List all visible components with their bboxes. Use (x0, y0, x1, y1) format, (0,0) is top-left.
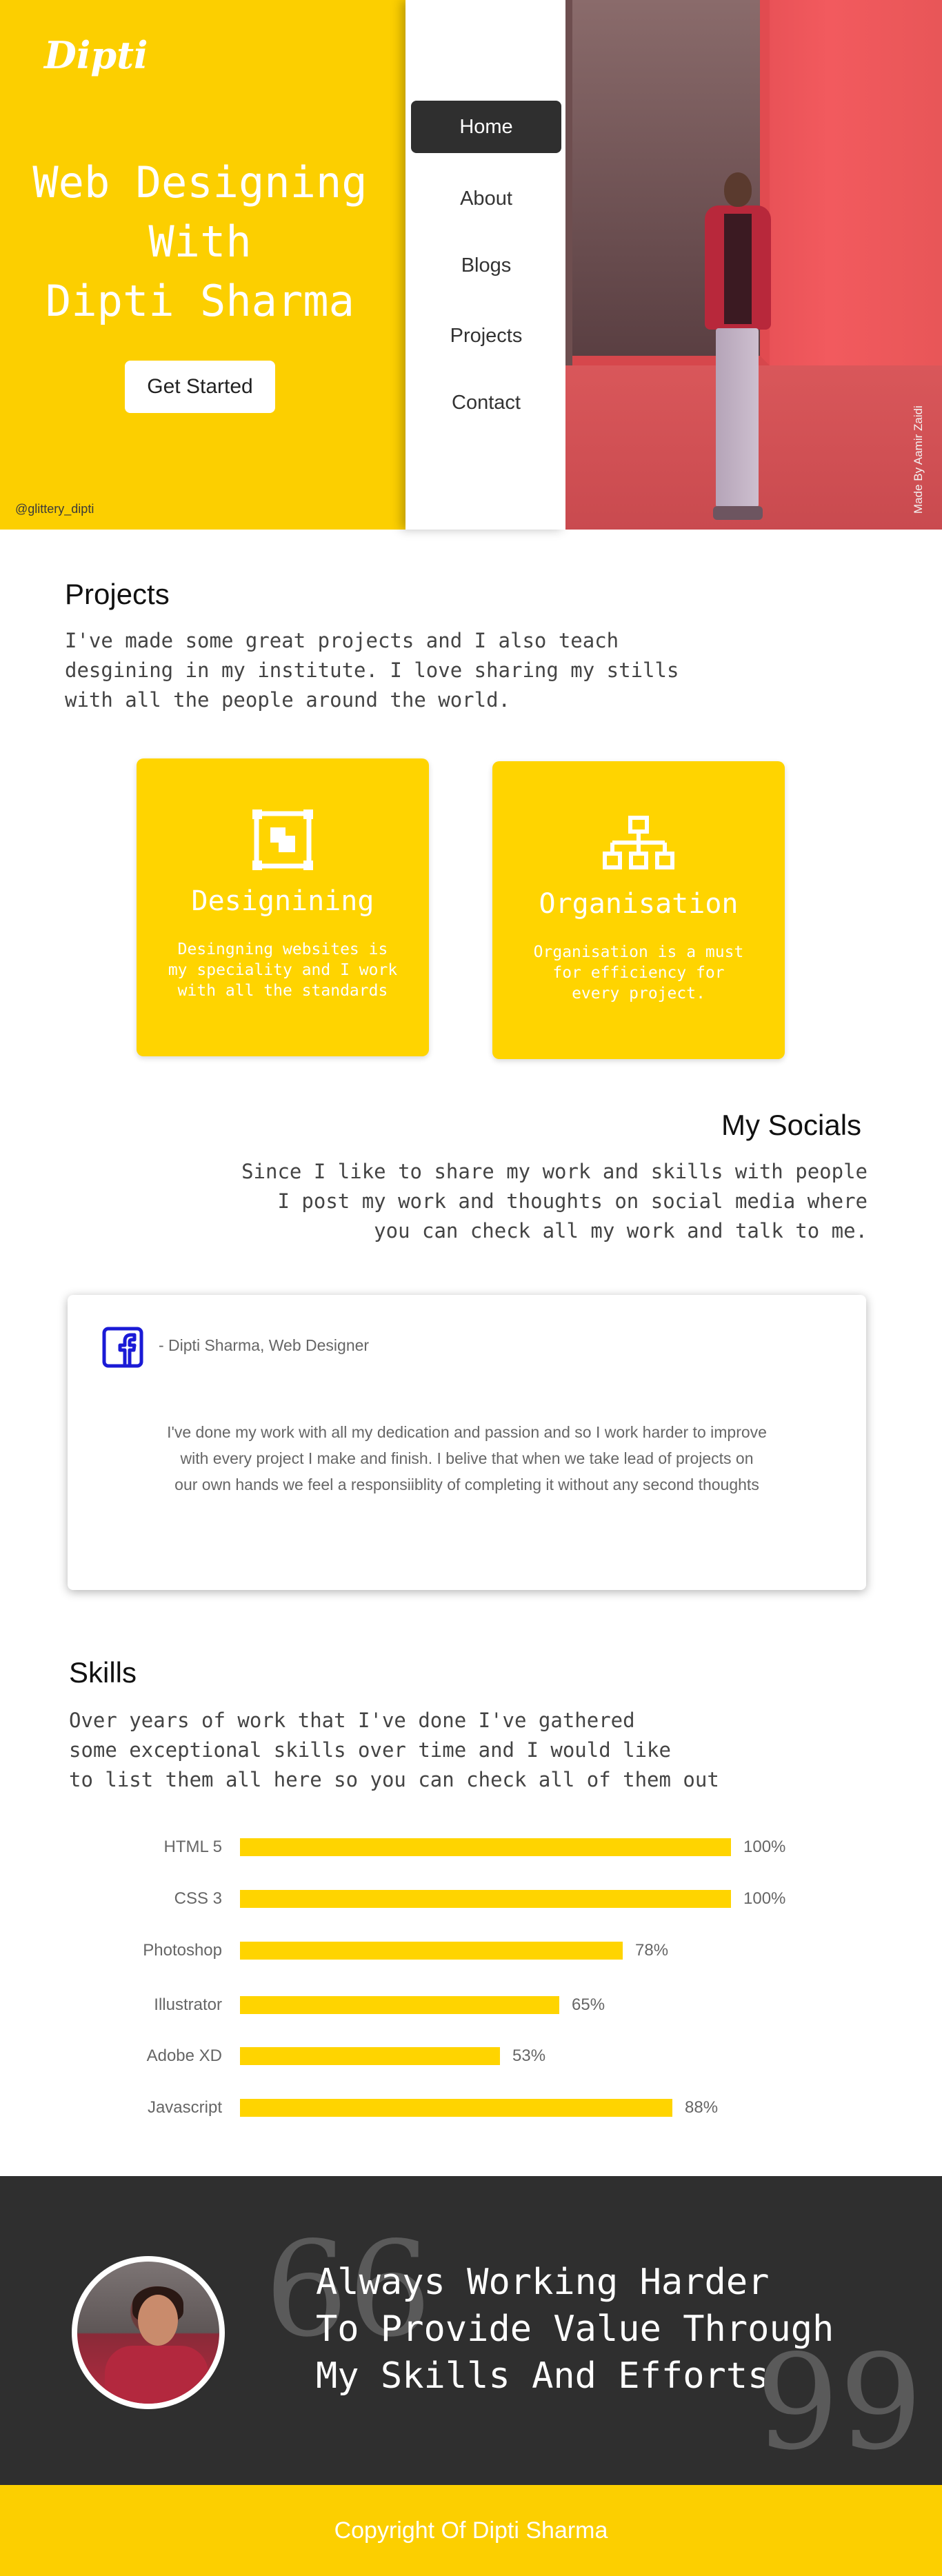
projects-text-line: I've made some great projects and I also… (65, 629, 619, 652)
skill-bar (240, 1942, 623, 1960)
hero-panel: Dipti Web Designing With Dipti Sharma Ge… (0, 0, 405, 530)
socials-heading: My Socials (708, 1109, 868, 1142)
project-card-organisation[interactable]: Organisation Organisation is a must for … (492, 761, 785, 1059)
skill-bar (240, 1838, 731, 1856)
skill-percent: 100% (743, 1889, 786, 1908)
card-title: Organisation (539, 888, 739, 920)
hero-section: Dipti Web Designing With Dipti Sharma Ge… (0, 0, 942, 530)
testimonial-line: with every project I make and finish. I … (180, 1449, 754, 1467)
photo-top (724, 214, 752, 324)
skills-text-line: some exceptional skills over time and I … (69, 1738, 671, 1762)
facebook-icon[interactable] (102, 1327, 143, 1368)
skill-label: Javascript (147, 2098, 222, 2117)
socials-heading-text: My Socials (721, 1109, 862, 1141)
testimonial-author: - Dipti Sharma, Web Designer (159, 1336, 370, 1354)
photo-credit: Made By Aamir Zaidi (912, 405, 925, 514)
skill-percent: 65% (572, 1995, 605, 2014)
card-desc-line: with all the standards (177, 982, 388, 1000)
projects-heading-text: Projects (65, 578, 170, 610)
org-chart-icon (603, 816, 674, 869)
skills-text-line: Over years of work that I've done I've g… (69, 1709, 635, 1732)
skill-percent: 88% (685, 2098, 719, 2117)
avatar (72, 2256, 225, 2409)
nav-item-home[interactable]: Home (411, 101, 561, 153)
hero-photo (565, 0, 942, 530)
testimonial-line: I've done my work with all my dedication… (167, 1423, 767, 1441)
card-desc-line: every project. (572, 985, 705, 1003)
main-nav: Home About Blogs Projects Contact (405, 0, 565, 530)
card-desc-line: Organisation is a must (533, 943, 744, 961)
testimonial-card: - Dipti Sharma, Web Designer I've done m… (68, 1295, 866, 1590)
card-description: Organisation is a must for efficiency fo… (513, 942, 764, 1004)
photo-head (724, 172, 752, 207)
project-card-designing[interactable]: Designining Desingning websites is my sp… (137, 758, 429, 1056)
card-title: Designining (191, 885, 374, 917)
photo-shoes (713, 506, 763, 520)
projects-text-line: with all the people around the world. (65, 688, 511, 712)
socials-text: Since I like to share my work and skills… (241, 1157, 868, 1246)
site-logo[interactable]: Dipti (44, 33, 148, 77)
skill-label: Illustrator (154, 1995, 222, 2014)
nav-item-projects[interactable]: Projects (411, 310, 561, 362)
skill-bar (240, 2047, 500, 2065)
skill-label: Adobe XD (146, 2046, 222, 2065)
socials-text-line: you can check all my work and talk to me… (374, 1219, 868, 1242)
card-desc-line: my speciality and I work (168, 961, 398, 979)
avatar-face (138, 2295, 178, 2346)
skills-text: Over years of work that I've done I've g… (69, 1706, 719, 1795)
skill-label: HTML 5 (163, 1838, 222, 1856)
copyright-text: Copyright Of Dipti Sharma (334, 2517, 608, 2544)
nav-item-blogs[interactable]: Blogs (411, 239, 561, 292)
hero-title-line: With (148, 217, 252, 267)
card-description: Desingning websites is my speciality and… (157, 939, 408, 1001)
photo-legs (716, 328, 759, 507)
skill-percent: 78% (635, 1941, 669, 1960)
skills-heading-text: Skills (69, 1656, 137, 1689)
quote-line: Always Working Harder (316, 2262, 770, 2303)
projects-text: I've made some great projects and I also… (65, 626, 679, 715)
nav-item-about[interactable]: About (411, 172, 561, 225)
hero-title-line: Web Designing (32, 157, 368, 208)
nav-item-contact[interactable]: Contact (411, 376, 561, 429)
testimonial-body: I've done my work with all my dedication… (130, 1419, 804, 1498)
projects-heading: Projects (65, 578, 194, 611)
avatar-body (105, 2346, 208, 2404)
card-desc-line: for efficiency for (552, 964, 725, 982)
skill-label: Photoshop (143, 1941, 222, 1960)
testimonial-line: our own hands we feel a responsiiblity o… (174, 1476, 759, 1493)
hero-title-line: Dipti Sharma (46, 276, 354, 326)
socials-text-line: Since I like to share my work and skills… (241, 1160, 868, 1183)
skill-label: CSS 3 (174, 1889, 222, 1908)
skill-percent: 53% (512, 2046, 546, 2065)
skills-heading: Skills (69, 1656, 161, 1689)
skill-bar (240, 2099, 672, 2117)
hero-title: Web Designing With Dipti Sharma (0, 153, 400, 331)
skill-bar (240, 1996, 559, 2014)
footer: Copyright Of Dipti Sharma (0, 2485, 942, 2576)
quote-close-icon: 99 (756, 2326, 923, 2479)
photo-person (697, 172, 779, 524)
skills-text-line: to list them all here so you can check a… (69, 1768, 719, 1791)
social-handle: @glittery_dipti (15, 502, 94, 516)
skill-bar (240, 1890, 731, 1908)
skill-percent: 100% (743, 1838, 786, 1856)
socials-text-line: I post my work and thoughts on social me… (277, 1189, 868, 1213)
design-frame-icon (252, 809, 313, 870)
get-started-button[interactable]: Get Started (125, 361, 275, 413)
card-desc-line: Desingning websites is (177, 940, 388, 958)
projects-text-line: desgining in my institute. I love sharin… (65, 658, 679, 682)
